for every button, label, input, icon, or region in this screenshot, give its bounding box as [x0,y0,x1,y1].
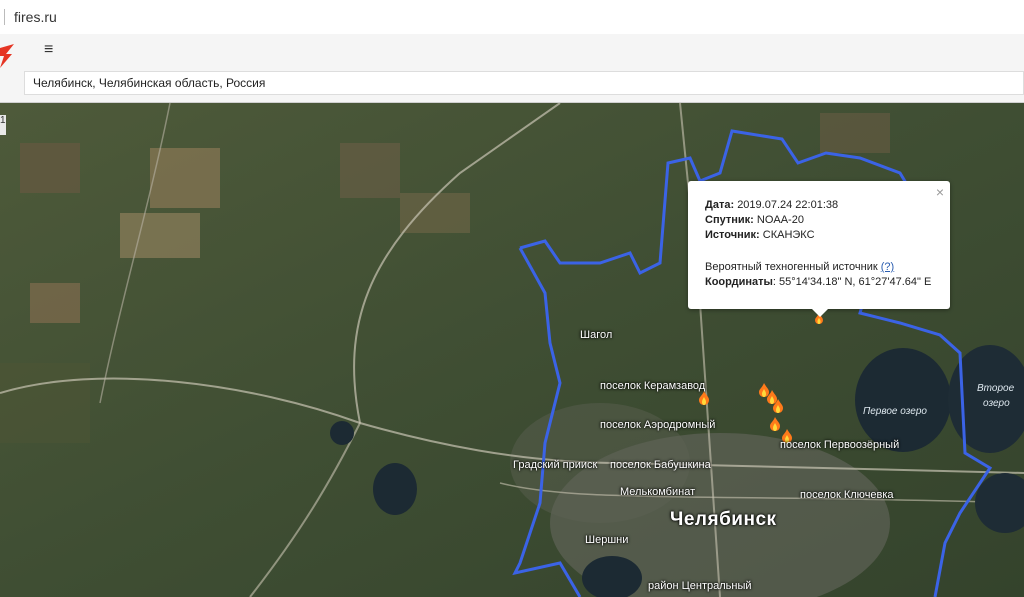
lake-label: Второе [977,383,1015,394]
satellite-value: NOAA-20 [756,214,804,226]
map-label: район Центральный [648,580,752,592]
popup-pointer [812,309,828,317]
field-patch [120,213,200,258]
field-patch [20,143,80,193]
lake [330,421,354,445]
coords-value: : 55°14'34.18" N, 61°27'47.64" E [772,276,932,288]
help-link[interactable]: (?) [881,261,894,273]
source-label: Источник: [705,229,760,241]
date-label: Дата: [705,199,735,211]
map-label: поселок Керамзавод [600,380,706,392]
lake-label: Первое озеро [863,406,927,417]
lake-label: озеро [983,398,1010,409]
map-label: поселок Аэродромный [600,419,716,431]
map-label: поселок Бабушкина [610,459,711,471]
field-patch [340,143,400,198]
city-label: Челябинск [670,509,777,530]
map-canvas [0,103,1024,597]
fire-icon[interactable] [770,417,780,431]
coords-label: Координаты [705,276,773,288]
fire-info-popup: × Дата: 2019.07.24 22:01:38 Спутник: NOA… [688,181,950,317]
probable-source-text: Вероятный техногенный источник [705,261,878,273]
lake [373,463,417,515]
lake-pervoe [855,348,951,452]
fires-logo[interactable] [0,44,14,68]
satellite-map[interactable]: Шагол поселок Керамзавод поселок Аэродро… [0,103,1024,597]
fire-icon[interactable] [773,399,783,413]
browser-address-bar[interactable]: fires.ru [0,0,1024,35]
map-label: Мелькомбинат [620,486,696,498]
map-label: Шершни [585,534,629,546]
source-value: СКАНЭКС [762,229,815,241]
zoom-control[interactable]: 1 [0,115,6,135]
map-label: Градский прииск [513,459,598,471]
satellite-label: Спутник: [705,214,754,226]
fire-icon[interactable] [699,391,709,405]
url-text[interactable]: fires.ru [14,9,57,25]
field-patch [0,363,90,443]
hamburger-icon[interactable]: ≡ [44,42,60,58]
field-patch [400,193,470,233]
location-search-input[interactable] [24,71,1024,95]
address-divider [4,9,5,25]
field-patch [30,283,80,323]
map-label: поселок Первоозёрный [780,439,900,451]
map-label: Шагол [580,329,613,341]
map-label: поселок Ключевка [800,489,894,501]
field-patch [150,148,220,208]
close-icon[interactable]: × [936,184,944,200]
field-patch [820,113,890,153]
date-value: 2019.07.24 22:01:38 [737,199,839,211]
